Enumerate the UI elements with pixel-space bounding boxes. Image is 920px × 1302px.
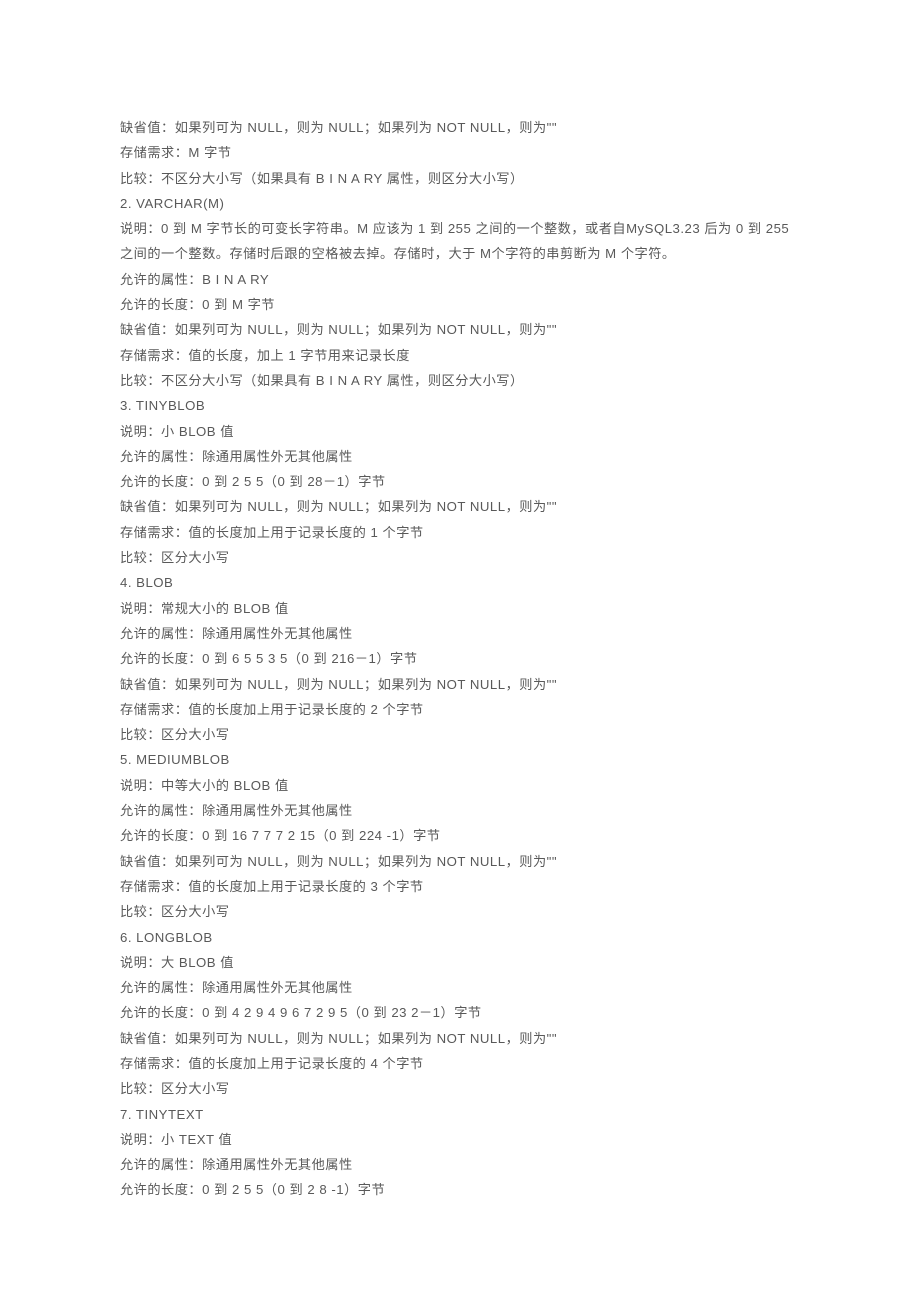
text-line: 缺省值：如果列可为 NULL，则为 NULL；如果列为 NOT NULL，则为"…	[120, 115, 800, 140]
text-line: 6. LONGBLOB	[120, 925, 800, 950]
text-line: 允许的长度：0 到 2 5 5（0 到 2 8 -1）字节	[120, 1177, 800, 1202]
text-line: 存储需求：值的长度加上用于记录长度的 4 个字节	[120, 1051, 800, 1076]
text-line: 说明：小 TEXT 值	[120, 1127, 800, 1152]
text-line: 7. TINYTEXT	[120, 1102, 800, 1127]
text-line: 允许的属性：除通用属性外无其他属性	[120, 444, 800, 469]
text-line: 缺省值：如果列可为 NULL，则为 NULL；如果列为 NOT NULL，则为"…	[120, 317, 800, 342]
text-line: 允许的属性：除通用属性外无其他属性	[120, 1152, 800, 1177]
text-line: 缺省值：如果列可为 NULL，则为 NULL；如果列为 NOT NULL，则为"…	[120, 849, 800, 874]
text-line: 允许的长度：0 到 M 字节	[120, 292, 800, 317]
text-line: 比较：不区分大小写（如果具有 B I N A RY 属性，则区分大小写）	[120, 368, 800, 393]
text-line: 说明：常规大小的 BLOB 值	[120, 596, 800, 621]
text-line: 比较：区分大小写	[120, 545, 800, 570]
text-line: 缺省值：如果列可为 NULL，则为 NULL；如果列为 NOT NULL，则为"…	[120, 1026, 800, 1051]
text-line: 3. TINYBLOB	[120, 393, 800, 418]
text-line: 缺省值：如果列可为 NULL，则为 NULL；如果列为 NOT NULL，则为"…	[120, 494, 800, 519]
text-line: 存储需求：值的长度加上用于记录长度的 3 个字节	[120, 874, 800, 899]
text-line: 说明：小 BLOB 值	[120, 419, 800, 444]
text-line: 说明：中等大小的 BLOB 值	[120, 773, 800, 798]
text-line: 允许的属性：除通用属性外无其他属性	[120, 621, 800, 646]
text-line: 允许的属性：除通用属性外无其他属性	[120, 798, 800, 823]
text-line: 存储需求：值的长度，加上 1 字节用来记录长度	[120, 343, 800, 368]
text-line: 说明：大 BLOB 值	[120, 950, 800, 975]
text-line: 5. MEDIUMBLOB	[120, 747, 800, 772]
text-line: 缺省值：如果列可为 NULL，则为 NULL；如果列为 NOT NULL，则为"…	[120, 672, 800, 697]
text-line: 允许的长度：0 到 6 5 5 3 5（0 到 216－1）字节	[120, 646, 800, 671]
text-line: 说明：0 到 M 字节长的可变长字符串。M 应该为 1 到 255 之间的一个整…	[120, 216, 800, 267]
document-page: 缺省值：如果列可为 NULL，则为 NULL；如果列为 NOT NULL，则为"…	[0, 0, 920, 1263]
text-line: 存储需求：M 字节	[120, 140, 800, 165]
text-line: 2. VARCHAR(M)	[120, 191, 800, 216]
text-line: 允许的属性：除通用属性外无其他属性	[120, 975, 800, 1000]
text-line: 存储需求：值的长度加上用于记录长度的 1 个字节	[120, 520, 800, 545]
text-line: 允许的长度：0 到 2 5 5（0 到 28－1）字节	[120, 469, 800, 494]
text-line: 比较：区分大小写	[120, 1076, 800, 1101]
text-line: 比较：区分大小写	[120, 899, 800, 924]
text-line: 允许的长度：0 到 4 2 9 4 9 6 7 2 9 5（0 到 23 2－1…	[120, 1000, 800, 1025]
text-line: 4. BLOB	[120, 570, 800, 595]
text-line: 允许的属性：B I N A RY	[120, 267, 800, 292]
text-line: 比较：不区分大小写（如果具有 B I N A RY 属性，则区分大小写）	[120, 166, 800, 191]
text-line: 比较：区分大小写	[120, 722, 800, 747]
text-line: 存储需求：值的长度加上用于记录长度的 2 个字节	[120, 697, 800, 722]
text-line: 允许的长度：0 到 16 7 7 7 2 15（0 到 224 -1）字节	[120, 823, 800, 848]
